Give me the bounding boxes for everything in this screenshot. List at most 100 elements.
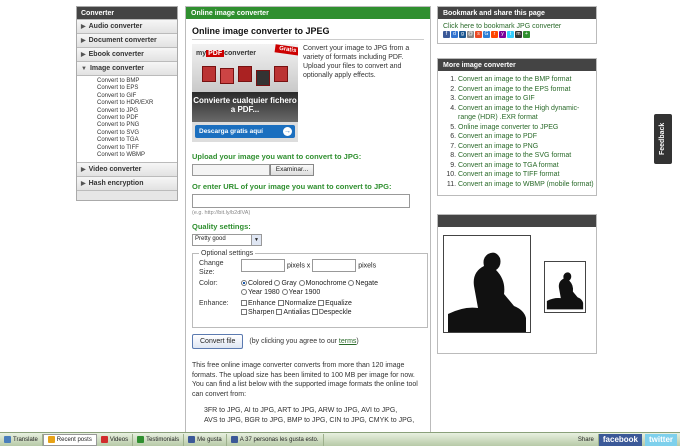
twitter-icon[interactable]: t — [507, 31, 514, 38]
facebook-button[interactable]: facebook — [598, 433, 642, 446]
share-button[interactable]: Share — [574, 433, 599, 446]
submenu-link-jpg[interactable]: Convert to JPG — [97, 108, 177, 115]
more-link-eps[interactable]: Convert an image to the EPS format — [458, 86, 570, 93]
more-link-bmp[interactable]: Convert an image to the BMP format — [458, 76, 571, 83]
sidebar-item-document[interactable]: ▶ Document converter — [77, 33, 177, 47]
checkbox-enhance[interactable] — [241, 300, 247, 307]
sidebar-item-label: Document converter — [88, 37, 157, 44]
submenu-link-pdf[interactable]: Convert to PDF — [97, 115, 177, 122]
radio-colored[interactable] — [241, 280, 247, 287]
radio-year-1900[interactable] — [281, 289, 288, 296]
more-link-pdf[interactable]: Convert an image to PDF — [458, 133, 537, 140]
checkbox-sharpen[interactable] — [241, 309, 247, 316]
submenu-link-wbmp[interactable]: Convert to WBMP — [97, 152, 177, 159]
bookmark-header: Bookmark and share this page — [438, 7, 596, 19]
optional-settings: Optional settings Change Size: pixels x … — [192, 250, 428, 328]
submenu-link-gif[interactable]: Convert to GIF — [97, 93, 177, 100]
submenu-link-tiff[interactable]: Convert to TIFF — [97, 145, 177, 152]
facebook-icon — [230, 436, 238, 443]
share-icon[interactable]: + — [523, 31, 530, 38]
radio-label: Negate — [355, 280, 378, 287]
more-link-jpeg[interactable]: Online image converter to JPEG — [458, 124, 558, 131]
google-icon[interactable]: G — [483, 31, 490, 38]
testimonials-button[interactable]: Testimonials — [133, 433, 185, 446]
chevron-right-icon: ▶ — [81, 167, 86, 174]
chevron-right-icon: ▶ — [81, 52, 86, 58]
videos-button[interactable]: Videos — [97, 433, 134, 446]
yahoo-icon[interactable]: y — [499, 31, 506, 38]
url-hint: (e.g. http://bit.ly/b2dlVA) — [192, 210, 251, 216]
more-link-hdr[interactable]: Convert an image to the High dynamic-ran… — [458, 105, 579, 122]
converter-sidebar: Converter ▶ Audio converter ▶ Document con… — [76, 6, 178, 202]
checkbox-equalize[interactable] — [318, 300, 325, 307]
checkbox-label: Enhance — [248, 300, 276, 307]
more-link-png[interactable]: Convert an image to PNG — [458, 143, 538, 150]
reddit-icon[interactable]: r — [491, 31, 498, 38]
bookmark-link[interactable]: Click here to bookmark JPG converter — [443, 23, 561, 30]
more-header: More image converter — [438, 59, 596, 71]
checkbox-label: Despeckle — [318, 309, 352, 316]
digg-icon[interactable]: g — [459, 31, 466, 38]
quality-select[interactable]: Pretty good ▼ — [192, 234, 262, 246]
chevron-right-icon: ▶ — [81, 181, 86, 188]
feedback-tab[interactable]: Feedback — [654, 114, 672, 164]
sidebar-item-video[interactable]: ▶ Video converter — [77, 162, 177, 177]
browse-button[interactable]: Examinar... — [270, 164, 314, 176]
more-link-tiff[interactable]: Convert an image to TIFF format — [458, 171, 559, 178]
more-link-tga[interactable]: Convert an image to TGA format — [458, 162, 559, 169]
example-image-small — [544, 261, 586, 313]
radio-year-1980[interactable] — [241, 289, 247, 296]
more-link-wbmp[interactable]: Convert an image to WBMP (mobile format) — [458, 181, 594, 188]
submenu-link-bmp[interactable]: Convert to BMP — [97, 78, 177, 85]
submenu-link-eps[interactable]: Convert to EPS — [97, 85, 177, 92]
image-submenu: Convert to BMP Convert to EPS Convert to… — [77, 75, 177, 163]
email-icon[interactable]: @ — [467, 31, 474, 38]
quality-label: Quality settings: — [192, 222, 251, 231]
sidebar-item-ebook[interactable]: ▶ Ebook converter — [77, 47, 177, 61]
submenu-link-tga[interactable]: Convert to TGA — [97, 137, 177, 144]
terms-link[interactable]: terms — [339, 338, 357, 345]
submenu-link-png[interactable]: Convert to PNG — [97, 122, 177, 129]
sidebar-item-hash[interactable]: ▶ Hash encryption — [77, 176, 177, 191]
translate-button[interactable]: Translate — [0, 433, 43, 446]
enhance-label: Enhance: — [199, 300, 229, 307]
description-text: This free online image converter convert… — [192, 362, 418, 398]
checkbox-despeckle[interactable] — [311, 309, 318, 316]
example-image-header — [438, 215, 596, 227]
formats-list: 3FR to JPG, AI to JPG, ART to JPG, ARW t… — [192, 406, 424, 426]
radio-monochrome[interactable] — [298, 280, 305, 287]
submenu-link-hdr[interactable]: Convert to HDR/EXR — [97, 100, 177, 107]
recent-posts-icon — [47, 436, 55, 443]
radio-gray[interactable] — [274, 280, 281, 287]
product-box-icon — [202, 66, 216, 82]
height-input[interactable] — [312, 259, 357, 272]
twitter-button[interactable]: twitter — [645, 433, 677, 446]
delicious-icon[interactable]: d — [451, 31, 458, 38]
more-link-gif[interactable]: Convert an image to GIF — [458, 95, 535, 102]
myspace-icon[interactable]: m — [515, 31, 522, 38]
terms-notice: (by clicking you agree to our terms) — [249, 338, 359, 345]
recent-posts-button[interactable]: Recent posts — [42, 433, 97, 446]
stumbleupon-icon[interactable]: s — [475, 31, 482, 38]
bookmark-panel: Bookmark and share this page Click here … — [437, 6, 597, 44]
sidebar-item-audio[interactable]: ▶ Audio converter — [77, 19, 177, 33]
checkbox-normalize[interactable] — [277, 300, 284, 307]
main-panel: Online image converter Online image conv… — [185, 6, 431, 446]
facebook-icon[interactable]: f — [443, 31, 450, 38]
chevron-right-icon: ▶ — [81, 24, 86, 30]
sidebar-item-image[interactable]: ▼ Image converter — [77, 61, 177, 75]
more-link-svg[interactable]: Convert an image to the SVG format — [458, 152, 571, 159]
chevron-right-icon: ▶ — [81, 38, 86, 44]
checkbox-antialias[interactable] — [276, 309, 283, 316]
ad-download-button[interactable]: Descarga gratis aquí → — [195, 125, 295, 138]
radio-label: Year 1980 — [248, 289, 280, 296]
url-input[interactable] — [192, 194, 410, 208]
file-path-input[interactable] — [192, 164, 270, 176]
width-input[interactable] — [241, 259, 285, 272]
mypdfconverter-ad[interactable]: my PDF converter Gratis Convierte cualquie… — [192, 44, 298, 142]
pixels-label: pixels — [358, 262, 377, 270]
submenu-link-svg[interactable]: Convert to SVG — [97, 130, 177, 137]
like-button[interactable]: Me gusta — [184, 433, 227, 446]
radio-negate[interactable] — [348, 280, 355, 287]
convert-file-button[interactable]: Convert file — [192, 334, 244, 349]
